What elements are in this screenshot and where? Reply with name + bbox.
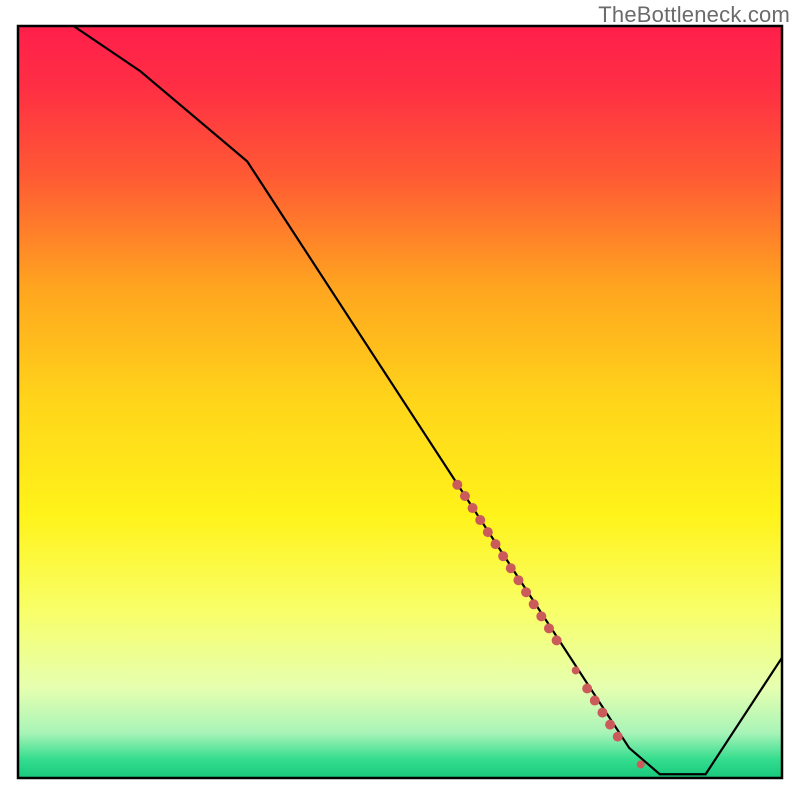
bottleneck-chart — [0, 0, 800, 800]
data-marker — [460, 491, 470, 501]
data-marker — [605, 720, 615, 730]
data-marker — [590, 696, 600, 706]
plot-background — [18, 26, 782, 778]
data-marker — [637, 760, 645, 768]
data-marker — [544, 623, 554, 633]
watermark-label: TheBottleneck.com — [598, 2, 790, 28]
data-marker — [452, 480, 462, 490]
data-marker — [475, 515, 485, 525]
data-marker — [597, 708, 607, 718]
data-marker — [491, 539, 501, 549]
data-marker — [582, 684, 592, 694]
data-marker — [468, 503, 478, 513]
data-marker — [613, 732, 623, 742]
data-marker — [498, 551, 508, 561]
data-marker — [483, 527, 493, 537]
data-marker — [521, 587, 531, 597]
data-marker — [536, 611, 546, 621]
data-marker — [529, 599, 539, 609]
data-marker — [552, 635, 562, 645]
data-marker — [513, 575, 523, 585]
data-marker — [572, 666, 580, 674]
chart-container: TheBottleneck.com — [0, 0, 800, 800]
data-marker — [506, 563, 516, 573]
